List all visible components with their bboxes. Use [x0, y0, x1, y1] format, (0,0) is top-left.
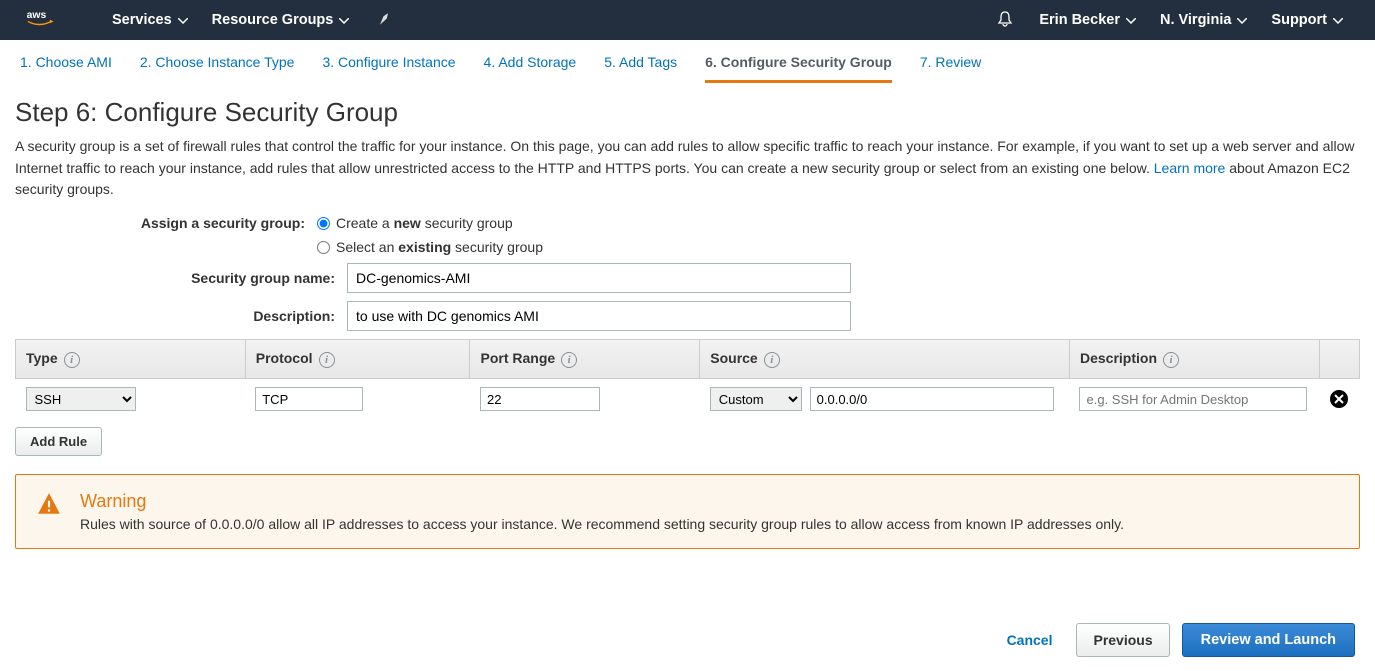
security-group-name-label: Security group name: — [15, 270, 347, 286]
warning-icon — [36, 491, 62, 532]
page-description: A security group is a set of firewall ru… — [15, 136, 1360, 201]
nav-user[interactable]: Erin Becker — [1027, 0, 1148, 40]
nav-region-label: N. Virginia — [1160, 12, 1231, 28]
info-icon[interactable]: i — [561, 352, 577, 368]
assign-label: Assign a security group: — [15, 215, 317, 231]
col-description: Descriptioni — [1069, 340, 1319, 379]
review-and-launch-button[interactable]: Review and Launch — [1182, 623, 1355, 657]
top-nav: aws Services Resource Groups Erin Becker… — [0, 0, 1375, 40]
warning-title: Warning — [80, 491, 1124, 512]
step-configure-security-group[interactable]: 6. Configure Security Group — [705, 54, 892, 83]
step-add-tags[interactable]: 5. Add Tags — [604, 54, 677, 83]
col-port: Port Rangei — [470, 340, 700, 379]
radio-select-label: Select an existing security group — [336, 239, 543, 255]
rules-table: Typei Protocoli Port Rangei Sourcei Desc… — [15, 339, 1360, 419]
nav-resource-groups[interactable]: Resource Groups — [200, 0, 362, 40]
info-icon[interactable]: i — [1163, 352, 1179, 368]
svg-text:aws: aws — [27, 9, 47, 20]
nav-support-label: Support — [1271, 12, 1327, 28]
chevron-down-icon — [1237, 12, 1247, 28]
warning-box: Warning Rules with source of 0.0.0.0/0 a… — [15, 474, 1360, 549]
security-group-desc-label: Description: — [15, 308, 347, 324]
nav-services[interactable]: Services — [100, 0, 200, 40]
rule-protocol-input — [255, 387, 363, 411]
nav-user-label: Erin Becker — [1039, 12, 1120, 28]
page-title: Step 6: Configure Security Group — [15, 97, 1360, 128]
step-choose-ami[interactable]: 1. Choose AMI — [20, 54, 112, 83]
nav-resource-groups-label: Resource Groups — [212, 12, 334, 28]
select-existing-row: Select an existing security group — [15, 239, 1360, 255]
wizard-steps: 1. Choose AMI 2. Choose Instance Type 3.… — [0, 40, 1375, 91]
nav-services-label: Services — [112, 12, 172, 28]
security-group-desc-row: Description: — [15, 301, 1360, 331]
security-group-name-row: Security group name: — [15, 263, 1360, 293]
info-icon[interactable]: i — [64, 352, 80, 368]
col-protocol: Protocoli — [245, 340, 470, 379]
info-icon[interactable]: i — [764, 352, 780, 368]
nav-support[interactable]: Support — [1259, 0, 1355, 40]
chevron-down-icon — [1333, 12, 1343, 28]
warning-text: Rules with source of 0.0.0.0/0 allow all… — [80, 516, 1124, 532]
main-content: Step 6: Configure Security Group A secur… — [0, 91, 1375, 619]
security-group-name-input[interactable] — [347, 263, 851, 293]
footer-actions: Cancel Previous Review and Launch — [0, 609, 1375, 671]
info-icon[interactable]: i — [319, 352, 335, 368]
security-group-desc-input[interactable] — [347, 301, 851, 331]
rule-type-select[interactable]: SSH — [26, 387, 136, 411]
aws-logo[interactable]: aws — [20, 8, 70, 33]
previous-button[interactable]: Previous — [1076, 623, 1169, 657]
notifications-icon[interactable] — [983, 11, 1027, 30]
chevron-down-icon — [178, 12, 188, 28]
rule-port-input — [480, 387, 600, 411]
radio-create-new[interactable] — [317, 217, 330, 230]
step-review[interactable]: 7. Review — [920, 54, 981, 83]
col-type: Typei — [16, 340, 246, 379]
step-configure-instance[interactable]: 3. Configure Instance — [322, 54, 455, 83]
rule-description-input[interactable] — [1079, 387, 1307, 411]
step-choose-instance-type[interactable]: 2. Choose Instance Type — [140, 54, 295, 83]
radio-select-existing[interactable] — [317, 241, 330, 254]
assign-security-group-row: Assign a security group: Create a new se… — [15, 215, 1360, 231]
remove-rule-button[interactable] — [1330, 390, 1348, 408]
close-icon — [1334, 394, 1344, 404]
pin-icon[interactable] — [369, 12, 399, 29]
nav-region[interactable]: N. Virginia — [1148, 0, 1259, 40]
step-add-storage[interactable]: 4. Add Storage — [484, 54, 577, 83]
chevron-down-icon — [339, 12, 349, 28]
learn-more-link[interactable]: Learn more — [1154, 160, 1226, 176]
rule-source-select[interactable]: Custom — [710, 387, 802, 411]
chevron-down-icon — [1126, 12, 1136, 28]
col-source: Sourcei — [700, 340, 1070, 379]
add-rule-button[interactable]: Add Rule — [15, 427, 102, 456]
rule-cidr-input[interactable] — [810, 387, 1054, 411]
cancel-button[interactable]: Cancel — [995, 624, 1065, 656]
radio-create-label: Create a new security group — [336, 215, 513, 231]
rule-row: SSH Custom — [16, 379, 1360, 420]
